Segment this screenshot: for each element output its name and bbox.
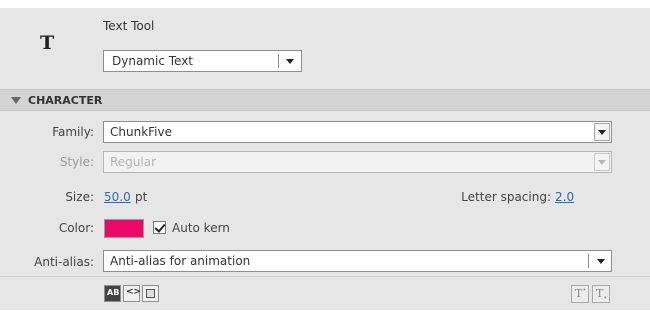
selectable-toggle-button[interactable]: AB	[104, 285, 121, 302]
character-section-header[interactable]: CHARACTER	[0, 89, 650, 111]
subscript-mark: •	[603, 295, 607, 302]
render-html-button[interactable]: <>	[123, 285, 142, 302]
letter-spacing-label: Letter spacing:	[461, 190, 551, 204]
style-value: Regular	[110, 155, 157, 169]
family-value: ChunkFive	[110, 125, 172, 139]
footer-toolbar: AB <> T • T •	[0, 276, 650, 311]
style-label: Style:	[59, 155, 94, 169]
tool-name: Text Tool	[103, 19, 155, 33]
size-label: Size:	[65, 190, 94, 204]
letter-spacing-value[interactable]: 2.0	[555, 190, 574, 204]
border-toggle-button[interactable]	[142, 285, 159, 302]
chevron-down-icon	[598, 160, 606, 165]
size-value[interactable]: 50.0	[104, 190, 131, 204]
subscript-button[interactable]: T •	[592, 285, 610, 303]
superscript-mark: •	[582, 287, 586, 294]
subscript-icon: T	[596, 287, 604, 300]
collapse-triangle-icon[interactable]	[11, 97, 21, 104]
dropdown-separator	[588, 254, 589, 268]
text-tool-icon: T	[40, 32, 55, 54]
properties-panel: T Text Tool Dynamic Text CHARACTER Famil…	[0, 0, 650, 310]
auto-kern-label: Auto kern	[172, 221, 230, 235]
superscript-icon: T	[575, 287, 583, 300]
border-icon	[146, 289, 155, 298]
section-title: CHARACTER	[28, 94, 103, 107]
style-dropdown[interactable]: Regular	[103, 151, 612, 173]
html-code-icon: <>	[126, 287, 142, 297]
checkmark-icon	[154, 221, 166, 233]
anti-alias-dropdown[interactable]: Anti-alias for animation	[103, 250, 612, 272]
chevron-down-icon	[598, 130, 606, 135]
superscript-button[interactable]: T •	[571, 285, 589, 303]
color-swatch[interactable]	[104, 219, 144, 238]
auto-kern-checkbox[interactable]	[153, 221, 166, 234]
color-label: Color:	[58, 221, 94, 235]
anti-alias-value: Anti-alias for animation	[110, 254, 251, 268]
family-label: Family:	[52, 125, 94, 139]
anti-alias-label: Anti-alias:	[34, 255, 94, 269]
family-dropdown[interactable]: ChunkFive	[103, 121, 612, 143]
top-strip	[0, 0, 650, 8]
text-type-dropdown[interactable]: Dynamic Text	[103, 50, 302, 72]
style-dropdown-arrow[interactable]	[594, 153, 610, 171]
family-dropdown-arrow[interactable]	[594, 123, 610, 141]
chevron-down-icon	[597, 259, 605, 264]
size-unit: pt	[135, 190, 148, 204]
text-type-value: Dynamic Text	[112, 54, 194, 68]
dropdown-separator	[278, 54, 279, 68]
selectable-icon: AB	[107, 288, 120, 297]
chevron-down-icon	[286, 59, 294, 64]
